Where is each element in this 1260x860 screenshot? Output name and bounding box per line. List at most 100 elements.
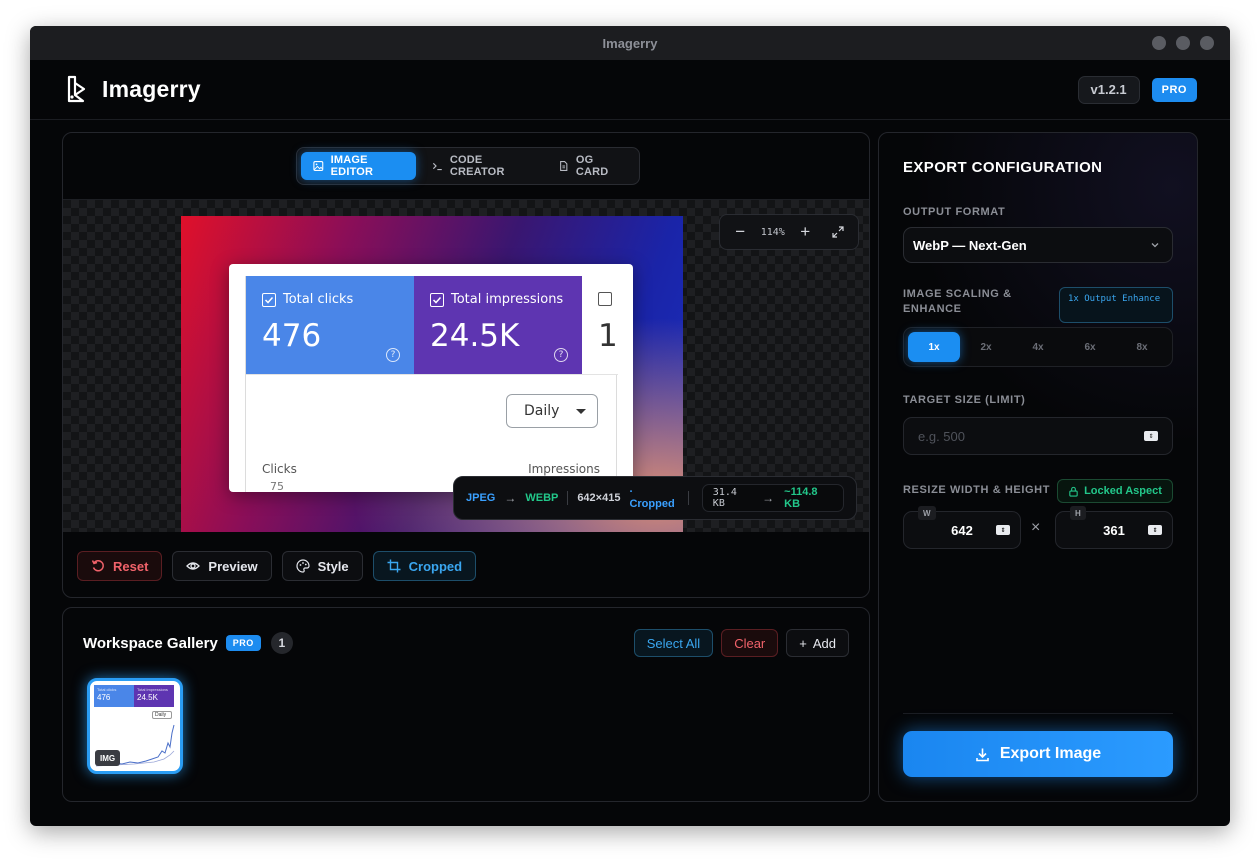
tab-label: CODE CREATOR xyxy=(449,154,505,178)
metric-card-clicks: Total clicks 476 ? xyxy=(246,276,414,374)
height-tag: H xyxy=(1070,506,1086,520)
reset-button[interactable]: Reset xyxy=(77,551,163,581)
close-button[interactable] xyxy=(1200,36,1214,50)
minimize-button[interactable] xyxy=(1152,36,1166,50)
stepper-icon[interactable]: ⇕ xyxy=(1148,525,1162,535)
plus-icon: + xyxy=(799,635,807,651)
brand-logo-icon xyxy=(67,75,86,102)
metric-card-impressions: Total impressions 24.5K ? xyxy=(414,276,582,374)
metric-value: 1 xyxy=(598,318,618,354)
original-size: 31.4 KB xyxy=(712,487,737,509)
metric-label: Total clicks xyxy=(283,292,354,307)
palette-icon xyxy=(295,559,310,573)
window-title: Imagerry xyxy=(602,35,658,51)
times-icon: × xyxy=(1031,519,1041,536)
scale-option-8x[interactable]: 8x xyxy=(1116,332,1168,362)
brand-name: Imagerry xyxy=(102,76,201,102)
zoom-in-button[interactable]: + xyxy=(793,220,817,244)
scale-option-1x[interactable]: 1x xyxy=(908,332,960,362)
tab-image-editor[interactable]: IMAGE EDITOR xyxy=(301,152,417,180)
target-format: WEBP xyxy=(525,492,559,504)
canvas-area[interactable]: Total clicks 476 ? Total impressions 24.… xyxy=(63,199,869,532)
caret-down-icon xyxy=(576,408,587,414)
crop-icon xyxy=(387,559,401,573)
resize-label: RESIZE WIDTH & HEIGHT xyxy=(903,484,1051,496)
preview-button[interactable]: Preview xyxy=(172,551,272,581)
zoom-value: 114% xyxy=(760,226,785,238)
target-size-input[interactable]: e.g. 500 ⇕ xyxy=(903,417,1173,455)
export-title: EXPORT CONFIGURATION xyxy=(903,159,1103,176)
maximize-button[interactable] xyxy=(1176,36,1190,50)
scale-option-2x[interactable]: 2x xyxy=(960,332,1012,362)
app-header: Imagerry v1.2.1 PRO xyxy=(30,60,1230,120)
metric-value: 24.5K xyxy=(430,318,520,354)
gallery-actions: Select All Clear + Add xyxy=(633,629,849,657)
thumb-clicks-value: 476 xyxy=(97,693,111,702)
estimated-size: ~114.8 KB xyxy=(784,486,818,510)
width-tag: W xyxy=(918,506,936,520)
height-value: 361 xyxy=(1103,522,1125,538)
download-icon xyxy=(976,748,989,761)
zoom-control: − 114% + xyxy=(719,214,859,250)
window-titlebar: Imagerry xyxy=(30,26,1230,60)
separator xyxy=(567,491,569,505)
axis-value-left: 75 xyxy=(270,480,284,492)
gallery-thumbnail[interactable]: Total clicks 476 Total impressions 24.5K… xyxy=(87,678,183,774)
help-icon: ? xyxy=(386,348,400,362)
divider xyxy=(903,713,1173,714)
checkbox-empty-icon xyxy=(598,292,612,306)
stepper-icon[interactable]: ⇕ xyxy=(996,525,1010,535)
chevron-down-icon xyxy=(1151,243,1159,248)
help-icon: ? xyxy=(554,348,568,362)
app-window: Imagerry Imagerry v1.2.1 PRO IMAGE EDITO… xyxy=(30,26,1230,826)
select-all-button[interactable]: Select All xyxy=(633,629,714,657)
fullscreen-button[interactable] xyxy=(826,220,850,244)
checkbox-checked-icon xyxy=(262,292,276,307)
editor-panel: IMAGE EDITOR CODE CREATOR OG CARD Total … xyxy=(62,132,870,598)
tab-code-creator[interactable]: CODE CREATOR xyxy=(420,152,542,180)
image-icon xyxy=(313,161,324,171)
eye-icon xyxy=(186,562,201,570)
scaling-note: 1x Output Enhance xyxy=(1059,287,1173,323)
editor-toolbar: Reset Preview Style Cropped xyxy=(77,551,477,581)
output-format-value: WebP — Next-Gen xyxy=(913,237,1027,253)
export-image-button[interactable]: Export Image xyxy=(903,731,1173,777)
stepper-icon[interactable]: ⇕ xyxy=(1144,431,1158,441)
add-button[interactable]: + Add xyxy=(786,629,849,657)
arrow-right-icon: → xyxy=(762,491,775,505)
style-button[interactable]: Style xyxy=(281,551,363,581)
gallery-panel: Workspace Gallery PRO 1 Select All Clear… xyxy=(62,607,870,802)
thumb-clicks-label: Total clicks xyxy=(97,687,117,692)
range-select: Daily xyxy=(506,394,598,428)
thumb-impressions-value: 24.5K xyxy=(137,693,158,702)
scale-option-6x[interactable]: 6x xyxy=(1064,332,1116,362)
tab-label: OG CARD xyxy=(575,154,609,178)
scale-option-4x[interactable]: 4x xyxy=(1012,332,1064,362)
scaling-label: IMAGE SCALING & ENHANCE xyxy=(903,288,1012,315)
lock-icon xyxy=(1069,486,1078,497)
checkbox-checked-icon xyxy=(430,292,444,307)
arrow-right-icon: → xyxy=(504,491,517,505)
source-format: JPEG xyxy=(466,492,496,504)
width-value: 642 xyxy=(951,522,973,538)
output-format-select[interactable]: WebP — Next-Gen xyxy=(903,227,1173,263)
editor-tabs: IMAGE EDITOR CODE CREATOR OG CARD xyxy=(296,147,640,185)
screenshot-content: Total clicks 476 ? Total impressions 24.… xyxy=(245,276,618,492)
gallery-header: Workspace Gallery PRO 1 Select All Clear… xyxy=(83,628,849,658)
locked-aspect-toggle[interactable]: Locked Aspect xyxy=(1057,479,1173,503)
thumb-impressions-label: Total impressions xyxy=(137,687,168,692)
scale-selector: 1x 2x 4x 6x 8x xyxy=(903,327,1173,367)
metric-label: Total impressions xyxy=(451,292,564,307)
thumb-clicks-card: Total clicks 476 xyxy=(94,685,134,707)
tab-og-card[interactable]: OG CARD xyxy=(546,152,635,180)
target-size-placeholder: e.g. 500 xyxy=(918,428,965,444)
clear-button[interactable]: Clear xyxy=(721,629,779,657)
gallery-pro-badge: PRO xyxy=(225,635,261,651)
zoom-out-button[interactable]: − xyxy=(728,220,752,244)
thumb-range-select: Daily xyxy=(152,711,172,719)
width-input[interactable]: W 642 ⇕ xyxy=(903,506,1021,549)
crop-button[interactable]: Cropped xyxy=(372,551,477,581)
height-input[interactable]: H 361 ⇕ xyxy=(1055,506,1173,549)
export-panel: EXPORT CONFIGURATION OUTPUT FORMAT WebP … xyxy=(878,132,1198,802)
axis-label-right: Impressions xyxy=(528,462,600,476)
